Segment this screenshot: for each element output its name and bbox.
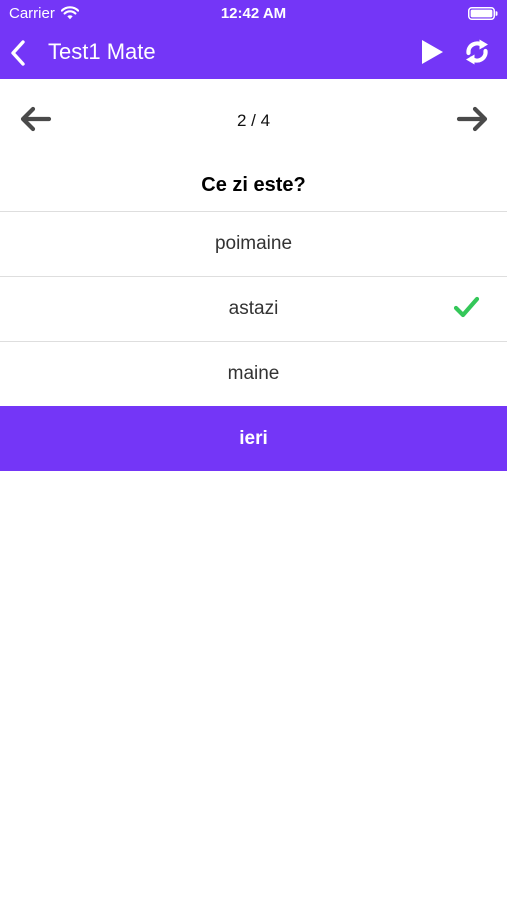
back-icon[interactable] [6, 38, 30, 68]
answer-label: ieri [239, 428, 268, 449]
answer-label: poimaine [214, 233, 293, 254]
page-indicator: 2 / 4 [236, 111, 271, 130]
quiz-screen: Carrier 12:42 AM Test1 Mate 2 / 4 Ce zi … [0, 0, 507, 900]
answer-label: maine [227, 363, 280, 384]
answer-label: astazi [228, 298, 279, 319]
answer-option-correct[interactable]: astazi [0, 276, 507, 341]
play-icon[interactable] [419, 38, 445, 66]
answer-list: poimaine astazi maine ieri [0, 211, 507, 471]
refresh-icon[interactable] [462, 36, 492, 68]
status-bar: Carrier 12:42 AM [0, 0, 507, 28]
header: Carrier 12:42 AM Test1 Mate [0, 0, 507, 79]
battery-icon [468, 7, 498, 20]
arrow-right-icon[interactable] [456, 105, 490, 133]
answer-option[interactable]: poimaine [0, 211, 507, 276]
answer-option[interactable]: maine [0, 341, 507, 406]
page-title: Test1 Mate [48, 39, 156, 64]
status-time: 12:42 AM [220, 5, 287, 22]
answer-option-selected[interactable]: ieri [0, 406, 507, 471]
question-text: Ce zi este? [201, 174, 306, 196]
navigation-bar: Test1 Mate [0, 28, 507, 79]
checkmark-icon [453, 296, 480, 318]
pager: 2 / 4 [0, 79, 507, 159]
